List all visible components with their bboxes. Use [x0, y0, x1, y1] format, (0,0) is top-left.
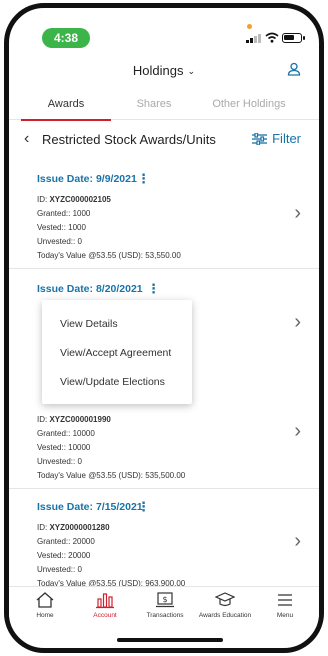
nav-home[interactable]: Home [15, 591, 75, 619]
cellular-signal-icon [246, 33, 262, 43]
award-card[interactable]: Issue Date: 7/15/2021 ⋮ ID: XYZ000000128… [9, 500, 319, 589]
bottom-navigation: Home Account $ Transactions Awards Educa… [9, 586, 319, 628]
chevron-right-icon[interactable]: › [294, 312, 301, 332]
vested-value: Vested:: 1000 [37, 223, 86, 232]
graduation-cap-icon [215, 592, 235, 607]
status-bar: 4:38 [9, 8, 319, 48]
hamburger-menu-icon [278, 594, 292, 606]
holdings-tabs: Awards Shares Other Holdings [9, 88, 319, 121]
tab-other-holdings[interactable]: Other Holdings [194, 88, 304, 120]
award-id: ID: XYZC000002105 [37, 195, 111, 204]
nav-menu[interactable]: Menu [255, 591, 315, 619]
unvested-value: Unvested:: 0 [37, 565, 82, 574]
granted-value: Granted:: 10000 [37, 429, 95, 438]
more-options-icon[interactable]: ⋮ [137, 500, 150, 514]
todays-value: Today's Value @53.55 (USD): 535,500.00 [37, 471, 186, 480]
bar-chart-icon [96, 593, 114, 609]
home-indicator[interactable] [117, 638, 223, 642]
nav-account[interactable]: Account [75, 591, 135, 619]
nav-menu-label: Menu [276, 612, 294, 619]
header-title: Holdings [132, 63, 184, 78]
tab-awards[interactable]: Awards [21, 88, 111, 121]
holdings-dropdown[interactable]: Holdings ⌄ [9, 63, 319, 78]
granted-value: Granted:: 20000 [37, 537, 95, 546]
filter-button[interactable]: Filter [252, 131, 301, 146]
nav-awards-education[interactable]: Awards Education [195, 591, 255, 619]
award-id: ID: XYZC000001990 [37, 415, 111, 424]
todays-value: Today's Value @53.55 (USD): 53,550.00 [37, 251, 181, 260]
home-icon [36, 592, 54, 608]
issue-date: Issue Date: 8/20/2021 [37, 283, 143, 295]
award-card[interactable]: Issue Date: 9/9/2021 ⋮ ID: XYZC000002105… [9, 172, 319, 269]
menu-item-view-accept-agreement[interactable]: View/Accept Agreement [60, 347, 171, 359]
status-time: 4:38 [42, 28, 90, 48]
nav-transactions-label: Transactions [146, 612, 184, 619]
vested-value: Vested:: 10000 [37, 443, 91, 452]
unvested-value: Unvested:: 0 [37, 457, 82, 466]
screen: 4:38 Holdings ⌄ Awards Shares Other Holdi… [9, 8, 319, 648]
granted-value: Granted:: 1000 [37, 209, 91, 218]
award-options-menu: View Details View/Accept Agreement View/… [42, 300, 192, 404]
profile-icon[interactable] [287, 62, 301, 76]
filter-label: Filter [272, 131, 301, 146]
chevron-right-icon[interactable]: › [294, 421, 301, 441]
award-id: ID: XYZ0000001280 [37, 523, 110, 532]
chevron-right-icon[interactable]: › [294, 203, 301, 223]
svg-text:$: $ [162, 595, 167, 604]
phone-frame: 4:38 Holdings ⌄ Awards Shares Other Holdi… [4, 3, 324, 653]
nav-account-label: Account [93, 612, 117, 619]
filter-sliders-icon [252, 132, 268, 145]
back-chevron-icon[interactable]: ‹ [24, 130, 29, 148]
wifi-icon [265, 32, 279, 43]
nav-home-label: Home [36, 612, 54, 619]
transactions-icon: $ [156, 592, 174, 608]
vested-value: Vested:: 20000 [37, 551, 91, 560]
issue-date: Issue Date: 7/15/2021 [37, 501, 143, 513]
chevron-right-icon[interactable]: › [294, 531, 301, 551]
battery-icon [282, 33, 305, 43]
chevron-down-icon: ⌄ [187, 66, 196, 76]
tab-shares[interactable]: Shares [114, 88, 194, 120]
menu-item-view-details[interactable]: View Details [60, 318, 118, 330]
more-options-icon[interactable]: ⋮ [137, 172, 150, 186]
unvested-value: Unvested:: 0 [37, 237, 82, 246]
nav-transactions[interactable]: $ Transactions [135, 591, 195, 619]
page-title: Restricted Stock Awards/Units [42, 132, 216, 147]
privacy-indicator-icon [247, 24, 252, 29]
nav-awards-education-label: Awards Education [198, 612, 252, 619]
menu-item-view-update-elections[interactable]: View/Update Elections [60, 376, 165, 388]
more-options-icon[interactable]: ⋮ [147, 282, 160, 296]
page-title-row: ‹ Restricted Stock Awards/Units Filter [9, 124, 319, 154]
issue-date: Issue Date: 9/9/2021 [37, 173, 137, 185]
